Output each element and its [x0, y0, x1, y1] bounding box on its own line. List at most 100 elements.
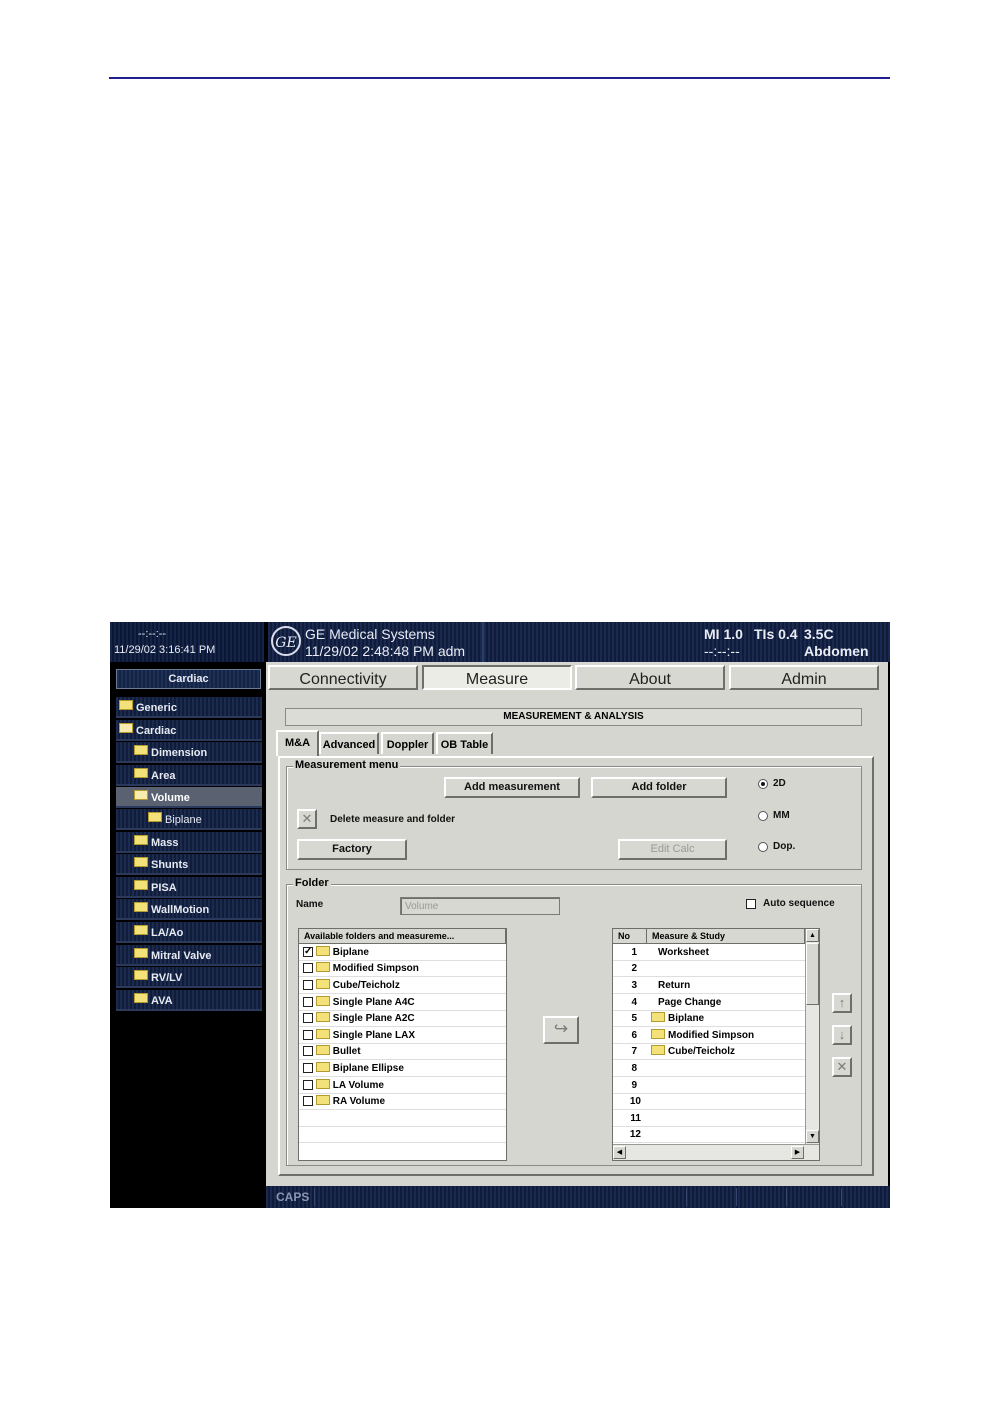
checkbox[interactable] — [303, 1063, 313, 1074]
table-row[interactable]: 1 Worksheet — [613, 945, 805, 961]
no-header[interactable]: No — [613, 929, 647, 944]
table-row[interactable]: 11 — [613, 1111, 805, 1127]
tab-admin[interactable]: Admin — [729, 665, 879, 690]
mode-dop-radio[interactable] — [758, 842, 768, 852]
table-row[interactable]: 2 — [613, 961, 805, 977]
vertical-scrollbar[interactable]: ▲ ▼ — [805, 929, 819, 1144]
tree-item-label: Volume — [151, 792, 190, 804]
folder-icon — [315, 946, 330, 957]
list-item[interactable]: Cube/Teicholz — [299, 978, 506, 994]
row-name: Page Change — [658, 997, 722, 1008]
list-item[interactable]: ✓ Biplane — [299, 945, 506, 961]
study-list[interactable]: No Measure & Study 1 Worksheet 2 3 Return … — [612, 928, 820, 1161]
measure-study-header[interactable]: Measure & Study — [647, 929, 805, 944]
remove-icon[interactable]: ✕ — [832, 1057, 852, 1077]
row-number: 4 — [631, 997, 637, 1008]
table-row[interactable]: 10 — [613, 1094, 805, 1110]
tree-item-generic[interactable]: Generic — [116, 697, 262, 718]
subtab-ma[interactable]: M&A — [276, 730, 319, 756]
table-row[interactable]: 3 Return — [613, 978, 805, 994]
scroll-right-icon[interactable]: ▶ — [791, 1146, 804, 1159]
mode-2d-radio[interactable] — [758, 779, 768, 789]
list-item-label: Biplane — [332, 947, 369, 958]
checkbox[interactable] — [303, 1096, 313, 1107]
table-row[interactable]: 6 Modified Simpson — [613, 1028, 805, 1044]
tree-item-shunts[interactable]: Shunts — [116, 854, 262, 875]
scroll-left-icon[interactable]: ◀ — [613, 1146, 626, 1159]
tree-item-mass[interactable]: Mass — [116, 832, 262, 853]
folder-icon — [134, 948, 148, 959]
row-name: Worksheet — [658, 947, 709, 958]
move-up-icon[interactable]: ↑ — [832, 993, 852, 1013]
group-label: Measurement menu — [293, 759, 401, 771]
category-title[interactable]: Cardiac — [116, 669, 261, 689]
mi-value: MI 1.0 — [704, 626, 743, 642]
folder-icon — [134, 925, 148, 936]
tree-item-wallmotion[interactable]: WallMotion — [116, 899, 262, 920]
bottom-status-bar: CAPS — [266, 1186, 890, 1208]
checkbox[interactable] — [303, 997, 313, 1008]
subtab-advanced[interactable]: Advanced — [319, 732, 379, 754]
tree-item-volume[interactable]: Volume — [116, 787, 262, 808]
tree-item-cardiac[interactable]: Cardiac — [116, 720, 262, 741]
checkbox-checked[interactable]: ✓ — [303, 947, 313, 958]
subtab-doppler[interactable]: Doppler — [381, 732, 434, 754]
tree-item-mitral-valve[interactable]: Mitral Valve — [116, 945, 262, 966]
table-row[interactable]: 5 Biplane — [613, 1011, 805, 1027]
row-number: 7 — [631, 1046, 637, 1057]
row-number: 2 — [631, 963, 637, 974]
list-item[interactable]: Single Plane LAX — [299, 1028, 506, 1044]
tree-item-biplane[interactable]: Biplane — [116, 809, 262, 830]
table-row[interactable]: 4 Page Change — [613, 995, 805, 1011]
table-row[interactable]: 7 Cube/Teicholz — [613, 1044, 805, 1060]
tree-item-label: RV/LV — [151, 972, 183, 984]
tree-item-dimension[interactable]: Dimension — [116, 742, 262, 763]
checkbox[interactable] — [303, 963, 313, 974]
tree-item-rv-lv[interactable]: RV/LV — [116, 967, 262, 988]
scroll-up-icon[interactable]: ▲ — [806, 929, 819, 942]
tree-item-pisa[interactable]: PISA — [116, 877, 262, 898]
checkbox[interactable] — [303, 1080, 313, 1091]
tab-connectivity[interactable]: Connectivity — [268, 665, 418, 690]
list-item[interactable]: Biplane Ellipse — [299, 1061, 506, 1077]
transfer-arrow-icon[interactable]: ↪ — [543, 1016, 579, 1044]
auto-sequence-checkbox[interactable] — [746, 899, 756, 909]
list-item[interactable]: Modified Simpson — [299, 961, 506, 977]
divider — [686, 1188, 687, 1206]
edit-calc-button[interactable]: Edit Calc — [618, 839, 727, 860]
list-item[interactable]: Bullet — [299, 1044, 506, 1060]
tab-about[interactable]: About — [575, 665, 725, 690]
subtab-ob-table[interactable]: OB Table — [436, 732, 493, 754]
scroll-thumb[interactable] — [806, 943, 819, 1005]
list-item[interactable]: Single Plane A4C — [299, 995, 506, 1011]
factory-button[interactable]: Factory — [297, 839, 407, 860]
tree-item-la-ao[interactable]: LA/Ao — [116, 922, 262, 943]
tree-item-label: LA/Ao — [151, 927, 184, 939]
page-header-rule — [109, 77, 890, 79]
add-measurement-button[interactable]: Add measurement — [444, 777, 580, 798]
mode-mm-radio[interactable] — [758, 811, 768, 821]
folder-name-field[interactable]: Volume — [400, 897, 560, 915]
table-row[interactable]: 12 — [613, 1127, 805, 1143]
add-folder-button[interactable]: Add folder — [591, 777, 727, 798]
list-item[interactable]: Single Plane A2C — [299, 1011, 506, 1027]
delete-icon[interactable]: ✕ — [297, 809, 317, 829]
available-header[interactable]: Available folders and measureme... — [299, 929, 506, 944]
folder-icon — [134, 902, 148, 913]
checkbox[interactable] — [303, 980, 313, 991]
list-item[interactable]: LA Volume — [299, 1078, 506, 1094]
table-row[interactable]: 8 — [613, 1061, 805, 1077]
available-list[interactable]: Available folders and measureme... ✓ Bip… — [298, 928, 507, 1161]
table-row[interactable]: 9 — [613, 1078, 805, 1094]
move-down-icon[interactable]: ↓ — [832, 1025, 852, 1045]
tree-item-area[interactable]: Area — [116, 765, 262, 786]
tab-measure[interactable]: Measure — [422, 665, 572, 690]
checkbox[interactable] — [303, 1013, 313, 1024]
horizontal-scrollbar[interactable]: ◀ ▶ — [613, 1144, 819, 1160]
checkbox[interactable] — [303, 1046, 313, 1057]
checkbox[interactable] — [303, 1030, 313, 1041]
list-item[interactable]: RA Volume — [299, 1094, 506, 1110]
tree-item-ava[interactable]: AVA — [116, 990, 262, 1011]
tree-item-label: Dimension — [151, 747, 208, 759]
scroll-down-icon[interactable]: ▼ — [806, 1130, 819, 1143]
